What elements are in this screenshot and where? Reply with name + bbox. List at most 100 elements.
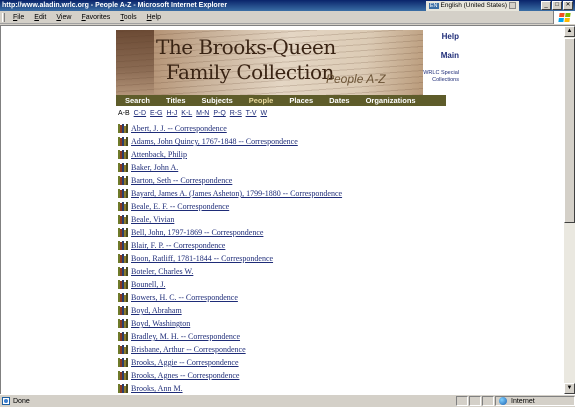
nav-subjects[interactable]: Subjects <box>192 96 239 105</box>
list-item: Brooks, Aggie -- Correspondence <box>118 356 342 369</box>
alpha-current: A-B <box>118 110 130 117</box>
status-bar: Done Internet <box>0 394 575 407</box>
list-item: Bell, John, 1797-1869 -- Correspondence <box>118 226 342 239</box>
globe-icon <box>499 397 507 405</box>
person-link[interactable]: Attenback, Philip <box>131 150 187 159</box>
nav-dates[interactable]: Dates <box>320 96 356 105</box>
list-item: Beale, Vivian <box>118 213 342 226</box>
vertical-scrollbar[interactable]: ▲ ▼ <box>564 26 575 394</box>
person-link[interactable]: Baker, John A. <box>131 163 178 172</box>
side-links: Help Main WRLC Special Collections <box>413 32 459 94</box>
maximize-button[interactable]: □ <box>552 1 562 10</box>
books-icon <box>118 358 129 367</box>
person-link[interactable]: Brooks, Agnes -- Correspondence <box>131 371 239 380</box>
person-link[interactable]: Boteler, Charles W. <box>131 267 193 276</box>
collection-nav: Search Titles Subjects People Places Dat… <box>116 95 446 106</box>
books-icon <box>118 150 129 159</box>
person-link[interactable]: Beale, Vivian <box>131 215 174 224</box>
wrlc-special-collections-link[interactable]: WRLC Special Collections <box>413 70 459 84</box>
alpha-link-p-q[interactable]: P-Q <box>213 110 225 117</box>
menu-help[interactable]: Help <box>142 14 166 21</box>
nav-places[interactable]: Places <box>280 96 320 105</box>
menu-view[interactable]: View <box>51 14 76 21</box>
books-icon <box>118 293 129 302</box>
scroll-down-button[interactable]: ▼ <box>564 383 575 394</box>
books-icon <box>118 189 129 198</box>
person-link[interactable]: Abert, J. J. -- Correspondence <box>131 124 227 133</box>
alpha-link-r-s[interactable]: R-S <box>230 110 242 117</box>
window-title: http://www.aladin.wrlc.org - People A-Z … <box>2 2 228 9</box>
person-link[interactable]: Brisbane, Arthur -- Correspondence <box>131 345 246 354</box>
person-link[interactable]: Adams, John Quincy, 1767-1848 -- Corresp… <box>131 137 298 146</box>
main-link[interactable]: Main <box>413 51 459 60</box>
books-icon <box>118 215 129 224</box>
list-item: Blair, F. P. -- Correspondence <box>118 239 342 252</box>
alpha-link-m-n[interactable]: M-N <box>196 110 209 117</box>
books-icon <box>118 384 129 393</box>
person-link[interactable]: Boyd, Washington <box>131 319 190 328</box>
books-icon <box>118 176 129 185</box>
menu-favorites[interactable]: Favorites <box>76 14 115 21</box>
section-title: People A-Z <box>326 72 386 86</box>
scroll-thumb[interactable] <box>564 38 575 223</box>
person-link[interactable]: Bounell, J. <box>131 280 165 289</box>
windows-logo-icon <box>553 11 575 24</box>
status-cell-1 <box>456 396 468 406</box>
books-icon <box>118 371 129 380</box>
banner-title-line2: Family Collection <box>166 60 334 84</box>
person-link[interactable]: Boyd, Abraham <box>131 306 182 315</box>
list-item: Brisbane, Arthur -- Correspondence <box>118 343 342 356</box>
person-link[interactable]: Brooks, Ann M. <box>131 384 183 393</box>
page-viewport: The Brooks-Queen Family Collection Peopl… <box>0 25 575 394</box>
books-icon <box>118 124 129 133</box>
menu-file[interactable]: File <box>8 14 29 21</box>
list-item: Boyd, Abraham <box>118 304 342 317</box>
close-button[interactable]: ✕ <box>563 1 573 10</box>
nav-organizations[interactable]: Organizations <box>357 96 423 105</box>
person-link[interactable]: Bayard, James A. (James Asheton), 1799-1… <box>131 189 342 198</box>
banner-title-line1: The Brooks-Queen <box>156 35 336 59</box>
person-link[interactable]: Brooks, Aggie -- Correspondence <box>131 358 239 367</box>
alpha-link-t-v[interactable]: T-V <box>246 110 257 117</box>
collection-banner: The Brooks-Queen Family Collection Peopl… <box>116 30 446 95</box>
list-item: Boteler, Charles W. <box>118 265 342 278</box>
window-title-bar[interactable]: http://www.aladin.wrlc.org - People A-Z … <box>0 0 575 11</box>
people-list: Abert, J. J. -- Correspondence Adams, Joh… <box>118 122 342 394</box>
list-item: Barton, Seth -- Correspondence <box>118 174 342 187</box>
nav-people[interactable]: People <box>240 96 281 105</box>
menu-tools[interactable]: Tools <box>115 14 141 21</box>
language-bar[interactable]: EN English (United States) <box>425 0 519 11</box>
person-link[interactable]: Boon, Ratliff, 1781-1844 -- Corresponden… <box>131 254 273 263</box>
person-link[interactable]: Beale, E. F. -- Correspondence <box>131 202 229 211</box>
list-item: Attenback, Philip <box>118 148 342 161</box>
minimize-button[interactable]: _ <box>541 1 551 10</box>
person-link[interactable]: Barton, Seth -- Correspondence <box>131 176 232 185</box>
alpha-link-c-d[interactable]: C-D <box>134 110 146 117</box>
toolbar-grip[interactable] <box>2 12 5 22</box>
status-text: Done <box>13 397 30 405</box>
list-item: Baker, John A. <box>118 161 342 174</box>
language-options-button[interactable] <box>509 2 516 9</box>
person-link[interactable]: Bowers, H. C. -- Correspondence <box>131 293 238 302</box>
list-item: Adams, John Quincy, 1767-1848 -- Corresp… <box>118 135 342 148</box>
alpha-link-k-l[interactable]: K-L <box>181 110 192 117</box>
books-icon <box>118 345 129 354</box>
scroll-up-button[interactable]: ▲ <box>564 26 575 37</box>
nav-search[interactable]: Search <box>116 96 157 105</box>
alpha-link-w[interactable]: W <box>260 110 267 117</box>
menu-edit[interactable]: Edit <box>29 14 51 21</box>
person-link[interactable]: Blair, F. P. -- Correspondence <box>131 241 225 250</box>
person-link[interactable]: Bell, John, 1797-1869 -- Correspondence <box>131 228 263 237</box>
alpha-link-e-g[interactable]: E-G <box>150 110 162 117</box>
list-item: Brooks, Agnes -- Correspondence <box>118 369 342 382</box>
person-link[interactable]: Bradley, M. H. -- Correspondence <box>131 332 240 341</box>
banner-image: The Brooks-Queen Family Collection Peopl… <box>116 30 423 95</box>
books-icon <box>118 267 129 276</box>
language-label: English (United States) <box>440 2 507 9</box>
alpha-link-h-j[interactable]: H-J <box>166 110 177 117</box>
help-link[interactable]: Help <box>413 32 459 41</box>
list-item: Bayard, James A. (James Asheton), 1799-1… <box>118 187 342 200</box>
menu-bar: File Edit View Favorites Tools Help <box>0 11 575 24</box>
nav-titles[interactable]: Titles <box>157 96 192 105</box>
language-code: EN <box>428 2 439 9</box>
